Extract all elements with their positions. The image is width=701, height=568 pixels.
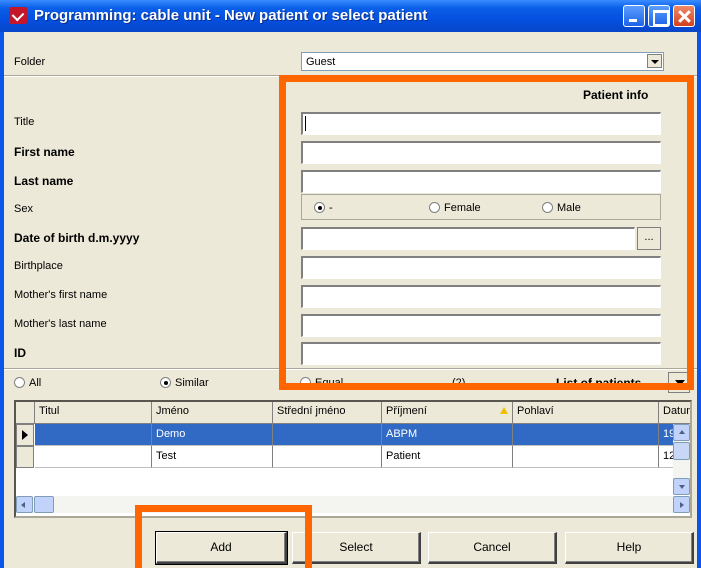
id-label: ID xyxy=(14,346,26,360)
current-row-icon xyxy=(22,430,28,440)
scroll-thumb[interactable] xyxy=(673,442,690,460)
folder-select-value: Guest xyxy=(306,56,336,68)
highlight-box-add-button xyxy=(135,505,312,568)
minimize-button[interactable] xyxy=(623,5,645,27)
scroll-down-icon[interactable] xyxy=(673,478,690,495)
table-cell[interactable]: ABPM xyxy=(382,424,513,446)
folder-select[interactable]: Guest xyxy=(301,52,664,71)
sort-ascending-icon xyxy=(500,407,508,414)
maximize-button[interactable] xyxy=(648,5,670,27)
filter-all-radio[interactable]: All xyxy=(14,377,41,389)
table-cell[interactable]: Patient xyxy=(382,446,513,468)
last-name-label: Last name xyxy=(14,174,74,188)
title-label: Title xyxy=(14,116,35,128)
mother-first-name-label: Mother's first name xyxy=(14,289,108,301)
table-cell[interactable] xyxy=(273,446,382,468)
window-title: Programming: cable unit - New patient or… xyxy=(34,7,428,24)
table-cell[interactable]: Test xyxy=(152,446,273,468)
cancel-button[interactable]: Cancel xyxy=(428,532,557,564)
column-header[interactable]: Datum xyxy=(659,402,690,424)
column-header[interactable]: Titul xyxy=(35,402,152,424)
row-header[interactable] xyxy=(16,424,34,446)
column-header[interactable]: Střední jméno xyxy=(273,402,382,424)
table-cell[interactable] xyxy=(35,446,152,468)
table-corner xyxy=(16,402,35,424)
folder-label: Folder xyxy=(14,56,46,68)
chevron-down-icon[interactable] xyxy=(647,54,662,68)
horizontal-scrollbar[interactable] xyxy=(16,496,690,513)
mother-last-name-label: Mother's last name xyxy=(14,318,107,330)
radio-icon xyxy=(14,377,25,388)
filter-all-label: All xyxy=(29,377,42,389)
table-cell[interactable] xyxy=(35,424,152,446)
patients-table: Titul Jméno Střední jméno Příjmení Pohla… xyxy=(14,400,692,518)
table-cell[interactable] xyxy=(273,424,382,446)
scroll-right-icon[interactable] xyxy=(673,496,690,513)
column-header[interactable]: Příjmení xyxy=(382,402,513,424)
scroll-thumb[interactable] xyxy=(34,496,54,513)
dob-label: Date of birth d.m.yyyy xyxy=(14,231,140,245)
first-name-label: First name xyxy=(14,145,75,159)
close-button[interactable] xyxy=(673,5,695,27)
birthplace-label: Birthplace xyxy=(14,260,63,272)
radio-icon xyxy=(160,377,171,388)
column-header[interactable]: Pohlaví xyxy=(513,402,659,424)
vertical-scrollbar[interactable] xyxy=(673,424,690,495)
title-bar[interactable]: Programming: cable unit - New patient or… xyxy=(0,0,701,32)
table-cell[interactable] xyxy=(513,446,659,468)
column-header[interactable]: Jméno xyxy=(152,402,273,424)
sex-label: Sex xyxy=(14,203,33,215)
app-heart-icon xyxy=(9,7,27,24)
scroll-up-icon[interactable] xyxy=(673,424,690,441)
row-header[interactable] xyxy=(16,446,34,468)
highlight-box-patient-info xyxy=(279,75,694,390)
table-cell[interactable]: Demo xyxy=(152,424,273,446)
filter-similar-radio[interactable]: Similar xyxy=(160,377,209,389)
column-header-label: Příjmení xyxy=(386,405,427,417)
filter-similar-label: Similar xyxy=(175,377,209,389)
scroll-left-icon[interactable] xyxy=(16,496,33,513)
help-button[interactable]: Help xyxy=(565,532,694,564)
table-cell[interactable] xyxy=(513,424,659,446)
